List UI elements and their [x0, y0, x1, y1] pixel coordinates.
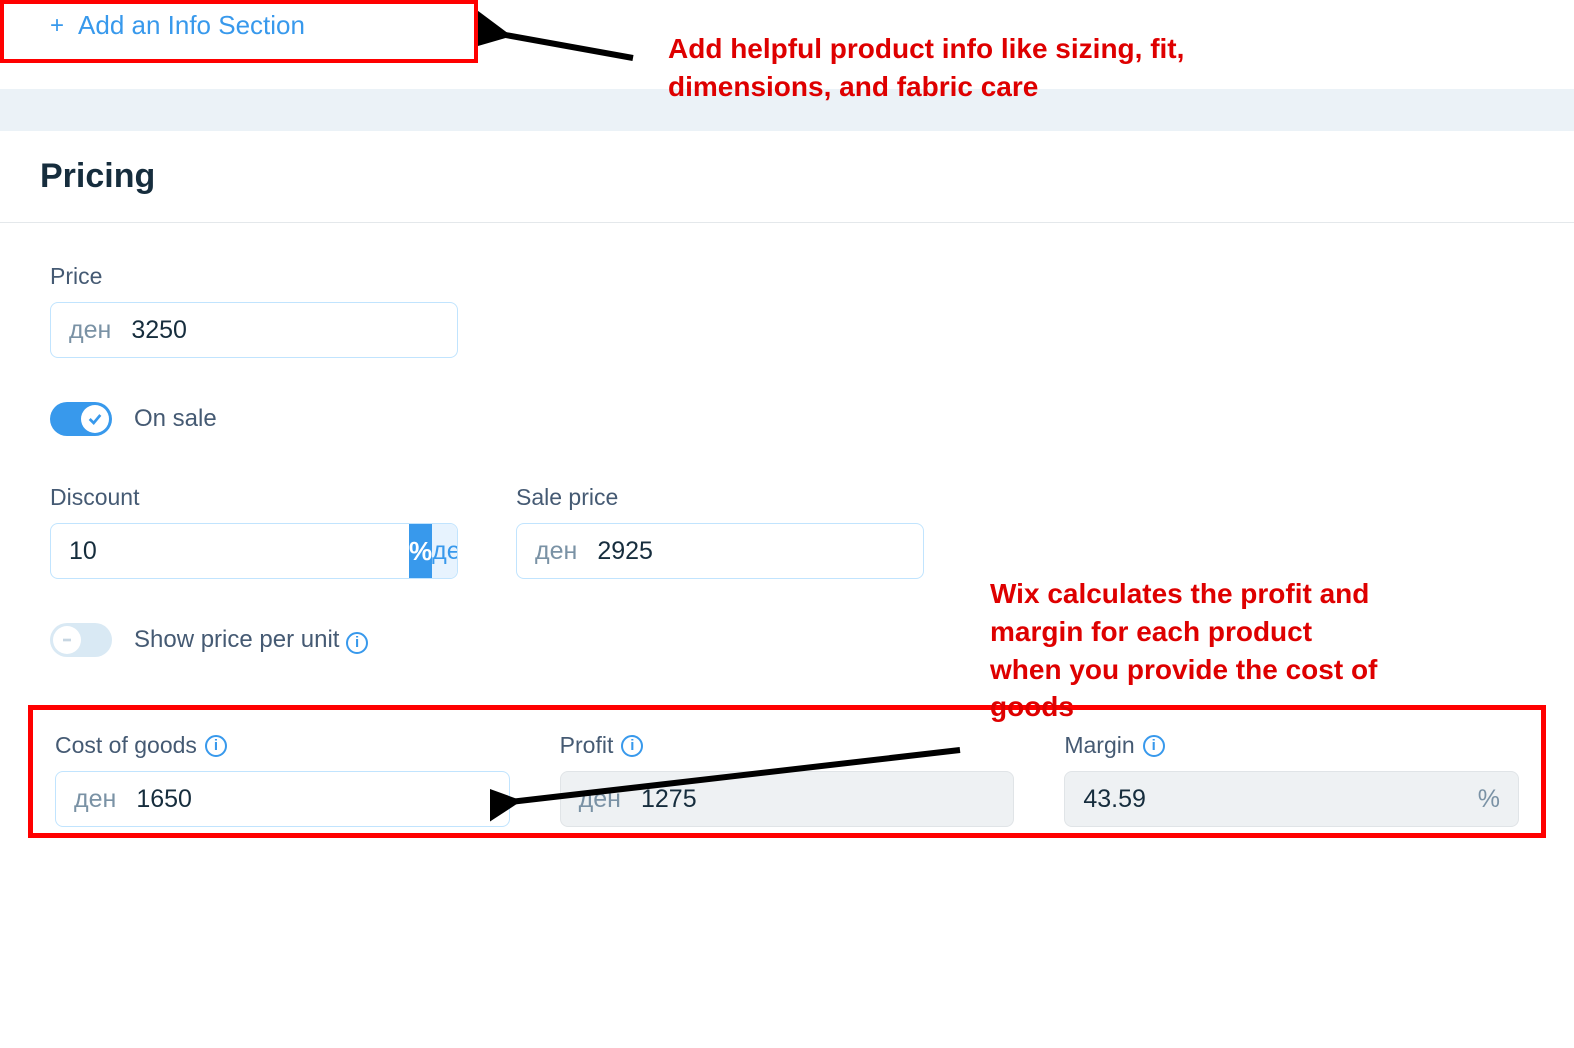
margin-value: 43.59 [1083, 785, 1465, 814]
currency-prefix: ден [74, 785, 116, 814]
sale-price-input[interactable]: ден 2925 [516, 523, 924, 579]
sale-price-value: 2925 [597, 537, 905, 566]
margin-display: 43.59 % [1064, 771, 1519, 827]
add-info-section-label: Add an Info Section [78, 10, 305, 41]
info-icon[interactable]: i [1143, 735, 1165, 757]
currency-prefix: ден [69, 316, 111, 345]
annotation-arrow-top [478, 10, 658, 80]
cost-of-goods-label: Cost of goods i [55, 732, 510, 759]
price-label: Price [50, 263, 1524, 290]
price-input[interactable]: ден 3250 [50, 302, 458, 358]
toggle-knob [53, 626, 81, 654]
info-icon[interactable]: i [205, 735, 227, 757]
discount-label: Discount [50, 484, 458, 511]
cost-of-goods-input[interactable]: ден 1650 [55, 771, 510, 827]
plus-icon: + [50, 12, 64, 40]
sale-price-label: Sale price [516, 484, 924, 511]
on-sale-toggle[interactable] [50, 402, 112, 436]
on-sale-label: On sale [134, 405, 217, 433]
cost-of-goods-value: 1650 [136, 785, 490, 814]
pricing-header: Pricing [0, 131, 1574, 223]
annotation-text-right: Wix calculates the profit and margin for… [990, 575, 1390, 726]
discount-input-group: % ден [50, 523, 458, 579]
add-info-highlight-box: + Add an Info Section [0, 0, 478, 63]
annotation-text-top: Add helpful product info like sizing, fi… [668, 30, 1308, 106]
check-icon [87, 411, 103, 427]
show-price-per-unit-toggle[interactable] [50, 623, 112, 657]
minus-icon [59, 632, 75, 648]
annotation-arrow-right [490, 730, 980, 830]
info-icon[interactable]: i [346, 632, 368, 654]
discount-percent-button[interactable]: % [409, 524, 432, 578]
discount-currency-button[interactable]: ден [432, 524, 458, 578]
price-value: 3250 [131, 316, 439, 345]
pricing-title: Pricing [40, 157, 1534, 196]
percent-suffix: % [1478, 785, 1500, 814]
show-ppu-label: Show price per unit i [134, 626, 368, 654]
toggle-knob [81, 405, 109, 433]
margin-label: Margin i [1064, 732, 1519, 759]
currency-prefix: ден [535, 537, 577, 566]
add-info-section-link[interactable]: + Add an Info Section [50, 10, 446, 41]
discount-input[interactable] [51, 524, 409, 578]
